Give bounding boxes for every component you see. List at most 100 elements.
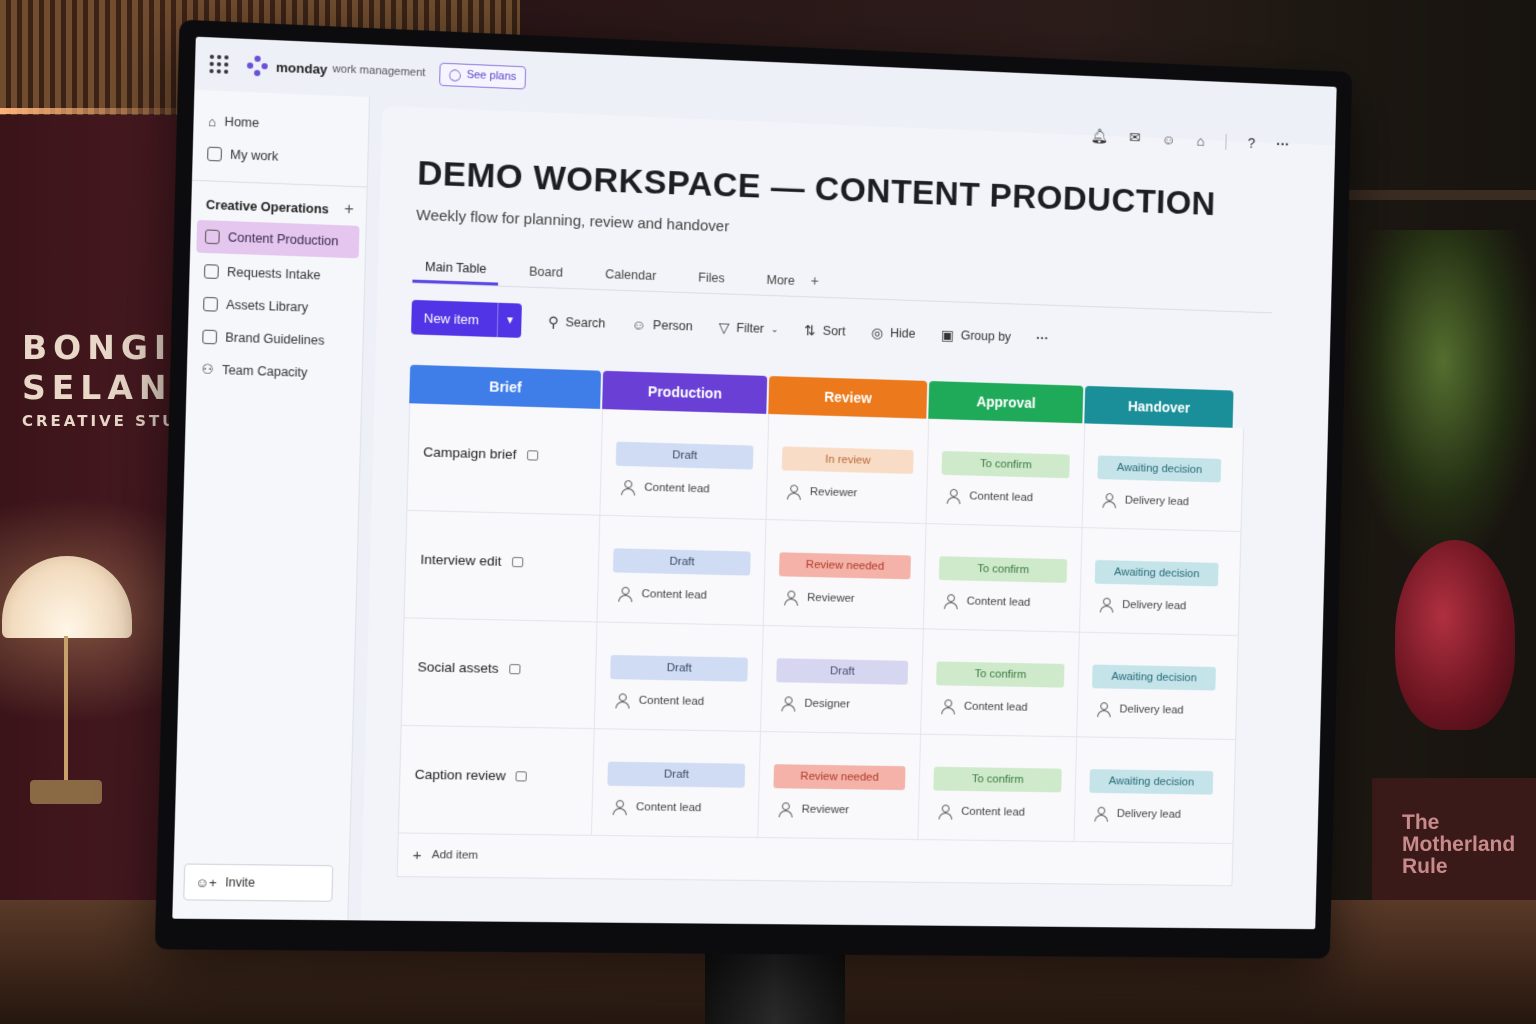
owner-field[interactable]: Content lead xyxy=(933,804,1061,819)
more-icon[interactable]: ··· xyxy=(1276,136,1290,152)
owner-field[interactable]: Delivery lead xyxy=(1089,807,1213,822)
person-icon xyxy=(787,485,800,498)
tab-board[interactable]: Board xyxy=(517,264,576,288)
sidebar-item-my-work[interactable]: My work xyxy=(192,137,368,176)
home-icon: ⌂ xyxy=(207,113,217,130)
person-label: Person xyxy=(652,318,693,334)
add-board-button[interactable]: + xyxy=(344,201,354,220)
owner-label: Content lead xyxy=(961,805,1026,819)
brief-cell[interactable]: Interview edit xyxy=(404,510,601,622)
owner-field[interactable]: Content lead xyxy=(941,489,1069,505)
owner-field[interactable]: Designer xyxy=(775,696,907,711)
owner-label: Delivery lead xyxy=(1122,598,1187,612)
person-filter-button[interactable]: ☺ Person xyxy=(631,316,692,334)
owner-field[interactable]: Delivery lead xyxy=(1094,597,1218,613)
search-button[interactable]: ⚲ Search xyxy=(548,313,606,332)
status-badge[interactable]: Awaiting decision xyxy=(1094,559,1219,587)
owner-field[interactable]: Content lead xyxy=(615,480,752,497)
status-badge[interactable]: Draft xyxy=(615,441,754,470)
owner-field[interactable]: Content lead xyxy=(612,587,750,603)
status-badge[interactable]: To confirm xyxy=(941,450,1070,479)
tab-more[interactable]: More xyxy=(754,272,807,296)
status-badge[interactable]: Draft xyxy=(612,548,751,576)
brief-cell[interactable]: Social assets xyxy=(401,618,598,729)
item-name[interactable]: Caption review xyxy=(415,767,506,784)
status-badge[interactable]: To confirm xyxy=(933,766,1062,793)
invite-button[interactable]: ☺+ Invite xyxy=(183,863,334,902)
owner-field[interactable]: Content lead xyxy=(938,594,1066,610)
inbox-icon[interactable]: ✉ xyxy=(1129,129,1141,146)
owner-field[interactable]: Content lead xyxy=(607,800,745,815)
status-badge[interactable]: Review needed xyxy=(773,764,906,791)
person-icon xyxy=(1097,702,1110,715)
owner-label: Reviewer xyxy=(801,803,850,816)
see-plans-button[interactable]: ◯ See plans xyxy=(439,62,526,90)
new-item-button[interactable]: New item ▼ xyxy=(411,299,523,338)
status-badge[interactable]: Awaiting decision xyxy=(1089,769,1214,795)
column-header-review[interactable]: Review xyxy=(768,375,928,419)
chevron-down-icon[interactable]: ▼ xyxy=(496,302,523,338)
column-header-brief[interactable]: Brief xyxy=(409,364,602,409)
add-view-button[interactable]: + xyxy=(810,272,819,296)
status-badge[interactable]: Draft xyxy=(610,654,748,682)
column-header-approval[interactable]: Approval xyxy=(928,381,1084,424)
sidebar-item-team-capacity[interactable]: ⚇ Team Capacity xyxy=(187,353,363,391)
owner-field[interactable]: Reviewer xyxy=(773,802,905,817)
tab-files[interactable]: Files xyxy=(686,270,737,294)
brief-cell[interactable]: Campaign brief xyxy=(407,403,604,515)
main-content: 🔔︎ ✉ ☺ ⌂ ? ··· DEMO WORKSPACE — CONTENT … xyxy=(360,105,1336,930)
item-name[interactable]: Interview edit xyxy=(420,552,501,569)
group-by-button[interactable]: ▣ Group by xyxy=(941,326,1011,345)
owner-field[interactable]: Reviewer xyxy=(781,484,913,500)
status-badge[interactable]: Draft xyxy=(607,761,746,788)
toolbar-more-button[interactable]: ··· xyxy=(1036,331,1049,345)
brief-cell[interactable]: Caption review xyxy=(398,725,595,835)
sidebar-item-brand-guidelines[interactable]: Brand Guidelines xyxy=(187,320,363,358)
person-icon xyxy=(615,693,628,706)
tab-main-table[interactable]: Main Table xyxy=(412,259,499,286)
page-subtitle: Weekly flow for planning, review and han… xyxy=(415,206,730,236)
owner-label: Content lead xyxy=(641,587,708,602)
person-icon xyxy=(781,696,794,709)
status-badge[interactable]: To confirm xyxy=(938,556,1068,583)
bell-icon[interactable]: 🔔︎ xyxy=(1090,127,1108,144)
owner-field[interactable]: Content lead xyxy=(935,699,1063,714)
owner-field[interactable]: Reviewer xyxy=(778,590,910,606)
owner-field[interactable]: Delivery lead xyxy=(1091,702,1215,717)
person-icon xyxy=(939,805,952,818)
comment-icon[interactable] xyxy=(508,664,521,675)
comment-icon[interactable] xyxy=(511,556,523,568)
hide-label: Hide xyxy=(889,326,916,341)
owner-label: Reviewer xyxy=(809,485,858,499)
item-name[interactable]: Social assets xyxy=(417,659,498,676)
status-badge[interactable]: Awaiting decision xyxy=(1097,455,1222,483)
invite-members-icon[interactable]: ☺ xyxy=(1161,131,1175,147)
help-icon[interactable]: ? xyxy=(1248,134,1256,150)
workspace-header[interactable]: Creative Operations + xyxy=(191,191,366,224)
person-icon xyxy=(941,699,954,712)
owner-field[interactable]: Content lead xyxy=(609,693,747,709)
chevron-down-icon[interactable]: ⌄ xyxy=(771,324,779,335)
plus-icon: + xyxy=(412,846,422,864)
tab-calendar[interactable]: Calendar xyxy=(593,267,669,292)
hide-button[interactable]: ◎ Hide xyxy=(871,324,916,342)
column-header-production[interactable]: Production xyxy=(602,370,768,414)
column-header-handover[interactable]: Handover xyxy=(1084,385,1234,428)
person-icon xyxy=(784,590,797,603)
search-label: Search xyxy=(565,315,606,331)
item-name[interactable]: Campaign brief xyxy=(423,444,517,462)
owner-field[interactable]: Delivery lead xyxy=(1097,493,1221,509)
sort-button[interactable]: ⇅ Sort xyxy=(804,322,846,340)
filter-button[interactable]: ▽ Filter ⌄ xyxy=(718,319,778,338)
status-badge[interactable]: Draft xyxy=(776,658,909,685)
approval-cell: To confirm Content lead xyxy=(918,734,1078,842)
comment-icon[interactable] xyxy=(515,771,528,782)
status-badge[interactable]: Awaiting decision xyxy=(1092,664,1216,691)
status-badge[interactable]: In review xyxy=(781,446,914,474)
app-switcher-icon[interactable] xyxy=(209,54,229,74)
status-badge[interactable]: Review needed xyxy=(778,552,911,580)
comment-icon[interactable] xyxy=(526,450,538,461)
sidebar-item-content-production[interactable]: Content Production xyxy=(196,219,360,259)
apps-marketplace-icon[interactable]: ⌂ xyxy=(1196,132,1205,148)
status-badge[interactable]: To confirm xyxy=(936,661,1065,688)
